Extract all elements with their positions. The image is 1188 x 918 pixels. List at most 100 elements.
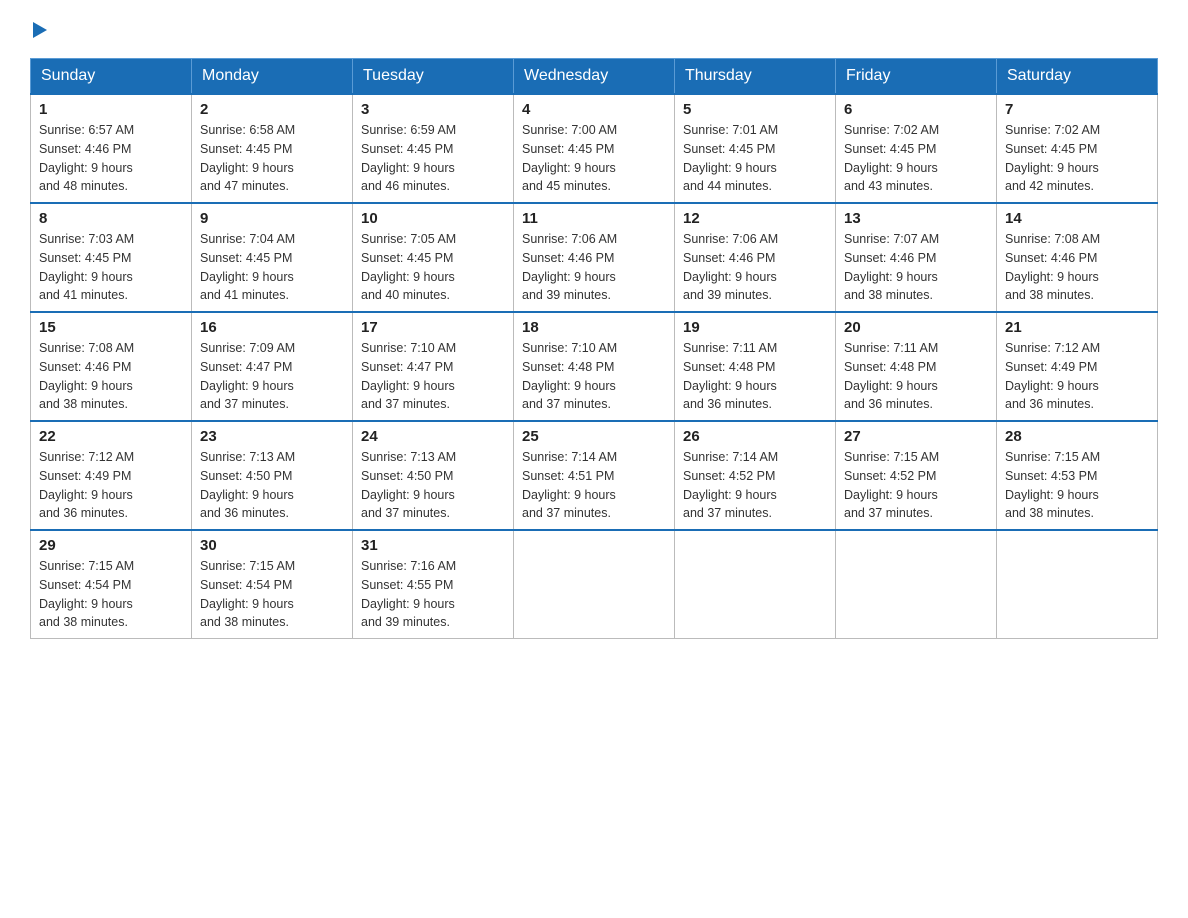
day-info: Sunrise: 7:15 AMSunset: 4:54 PMDaylight:… (39, 557, 183, 632)
week-row-1: 1Sunrise: 6:57 AMSunset: 4:46 PMDaylight… (31, 94, 1158, 203)
calendar-cell-w3d4: 26 Sunrise: 7:14 AMSunset: 4:52 PMDayligh… (675, 421, 836, 530)
week-row-2: 8Sunrise: 7:03 AMSunset: 4:45 PMDaylight… (31, 203, 1158, 312)
day-number: 11 (522, 210, 666, 227)
logo-blue-text (30, 20, 47, 38)
calendar-cell-w4d0: 29 Sunrise: 7:15 AMSunset: 4:54 PMDayligh… (31, 530, 192, 639)
day-info: Sunrise: 7:11 AMSunset: 4:48 PMDaylight:… (844, 339, 988, 414)
calendar-cell-w3d0: 22 Sunrise: 7:12 AMSunset: 4:49 PMDayligh… (31, 421, 192, 530)
day-number: 8 (39, 210, 183, 227)
calendar-header-monday: Monday (192, 59, 353, 95)
calendar-cell-w0d1: 2 Sunrise: 6:58 AMSunset: 4:45 PMDaylight… (192, 94, 353, 203)
day-number: 14 (1005, 210, 1149, 227)
calendar-cell-w2d4: 19 Sunrise: 7:11 AMSunset: 4:48 PMDayligh… (675, 312, 836, 421)
day-info: Sunrise: 7:07 AMSunset: 4:46 PMDaylight:… (844, 230, 988, 305)
day-number: 29 (39, 537, 183, 554)
day-number: 9 (200, 210, 344, 227)
calendar-cell-w0d6: 7 Sunrise: 7:02 AMSunset: 4:45 PMDaylight… (997, 94, 1158, 203)
day-number: 27 (844, 428, 988, 445)
day-number: 21 (1005, 319, 1149, 336)
calendar-cell-w1d0: 8Sunrise: 7:03 AMSunset: 4:45 PMDaylight… (31, 203, 192, 312)
page-header (30, 20, 1158, 38)
calendar-cell-w0d3: 4 Sunrise: 7:00 AMSunset: 4:45 PMDaylight… (514, 94, 675, 203)
day-number: 18 (522, 319, 666, 336)
calendar-header-thursday: Thursday (675, 59, 836, 95)
day-number: 15 (39, 319, 183, 336)
day-info: Sunrise: 7:12 AMSunset: 4:49 PMDaylight:… (1005, 339, 1149, 414)
calendar-cell-w4d2: 31Sunrise: 7:16 AMSunset: 4:55 PMDayligh… (353, 530, 514, 639)
day-info: Sunrise: 6:58 AMSunset: 4:45 PMDaylight:… (200, 121, 344, 196)
day-info: Sunrise: 7:04 AMSunset: 4:45 PMDaylight:… (200, 230, 344, 305)
day-info: Sunrise: 7:12 AMSunset: 4:49 PMDaylight:… (39, 448, 183, 523)
calendar-cell-w1d6: 14 Sunrise: 7:08 AMSunset: 4:46 PMDayligh… (997, 203, 1158, 312)
day-number: 23 (200, 428, 344, 445)
calendar-header-sunday: Sunday (31, 59, 192, 95)
day-info: Sunrise: 7:02 AMSunset: 4:45 PMDaylight:… (844, 121, 988, 196)
week-row-3: 15Sunrise: 7:08 AMSunset: 4:46 PMDayligh… (31, 312, 1158, 421)
calendar-cell-w0d2: 3Sunrise: 6:59 AMSunset: 4:45 PMDaylight… (353, 94, 514, 203)
calendar-header-tuesday: Tuesday (353, 59, 514, 95)
day-info: Sunrise: 7:05 AMSunset: 4:45 PMDaylight:… (361, 230, 505, 305)
logo (30, 20, 47, 38)
calendar-cell-w4d4 (675, 530, 836, 639)
day-number: 19 (683, 319, 827, 336)
day-number: 6 (844, 101, 988, 118)
day-info: Sunrise: 7:14 AMSunset: 4:51 PMDaylight:… (522, 448, 666, 523)
day-info: Sunrise: 7:13 AMSunset: 4:50 PMDaylight:… (200, 448, 344, 523)
calendar-cell-w0d5: 6 Sunrise: 7:02 AMSunset: 4:45 PMDaylight… (836, 94, 997, 203)
day-info: Sunrise: 7:10 AMSunset: 4:48 PMDaylight:… (522, 339, 666, 414)
day-info: Sunrise: 7:09 AMSunset: 4:47 PMDaylight:… (200, 339, 344, 414)
day-info: Sunrise: 6:57 AMSunset: 4:46 PMDaylight:… (39, 121, 183, 196)
calendar-cell-w0d4: 5Sunrise: 7:01 AMSunset: 4:45 PMDaylight… (675, 94, 836, 203)
day-info: Sunrise: 7:08 AMSunset: 4:46 PMDaylight:… (1005, 230, 1149, 305)
calendar-header-wednesday: Wednesday (514, 59, 675, 95)
calendar-cell-w2d2: 17Sunrise: 7:10 AMSunset: 4:47 PMDayligh… (353, 312, 514, 421)
day-number: 4 (522, 101, 666, 118)
day-number: 16 (200, 319, 344, 336)
calendar-cell-w2d6: 21 Sunrise: 7:12 AMSunset: 4:49 PMDayligh… (997, 312, 1158, 421)
calendar-cell-w0d0: 1Sunrise: 6:57 AMSunset: 4:46 PMDaylight… (31, 94, 192, 203)
day-info: Sunrise: 7:15 AMSunset: 4:52 PMDaylight:… (844, 448, 988, 523)
logo-triangle-icon (33, 22, 47, 38)
day-info: Sunrise: 7:00 AMSunset: 4:45 PMDaylight:… (522, 121, 666, 196)
calendar-cell-w4d5 (836, 530, 997, 639)
calendar-cell-w4d1: 30Sunrise: 7:15 AMSunset: 4:54 PMDayligh… (192, 530, 353, 639)
day-number: 22 (39, 428, 183, 445)
calendar-cell-w3d3: 25 Sunrise: 7:14 AMSunset: 4:51 PMDayligh… (514, 421, 675, 530)
calendar-cell-w4d6 (997, 530, 1158, 639)
calendar-cell-w1d2: 10 Sunrise: 7:05 AMSunset: 4:45 PMDayligh… (353, 203, 514, 312)
day-number: 25 (522, 428, 666, 445)
day-number: 3 (361, 101, 505, 118)
day-number: 20 (844, 319, 988, 336)
calendar-header-saturday: Saturday (997, 59, 1158, 95)
day-number: 31 (361, 537, 505, 554)
calendar-cell-w3d1: 23 Sunrise: 7:13 AMSunset: 4:50 PMDayligh… (192, 421, 353, 530)
day-number: 10 (361, 210, 505, 227)
calendar-cell-w2d0: 15Sunrise: 7:08 AMSunset: 4:46 PMDayligh… (31, 312, 192, 421)
calendar-cell-w2d5: 20 Sunrise: 7:11 AMSunset: 4:48 PMDayligh… (836, 312, 997, 421)
day-info: Sunrise: 7:14 AMSunset: 4:52 PMDaylight:… (683, 448, 827, 523)
day-info: Sunrise: 7:11 AMSunset: 4:48 PMDaylight:… (683, 339, 827, 414)
calendar-header-friday: Friday (836, 59, 997, 95)
calendar-cell-w2d1: 16 Sunrise: 7:09 AMSunset: 4:47 PMDayligh… (192, 312, 353, 421)
week-row-5: 29 Sunrise: 7:15 AMSunset: 4:54 PMDayligh… (31, 530, 1158, 639)
calendar-cell-w1d1: 9 Sunrise: 7:04 AMSunset: 4:45 PMDaylight… (192, 203, 353, 312)
day-info: Sunrise: 7:15 AMSunset: 4:53 PMDaylight:… (1005, 448, 1149, 523)
calendar-cell-w3d6: 28Sunrise: 7:15 AMSunset: 4:53 PMDayligh… (997, 421, 1158, 530)
calendar-cell-w1d5: 13 Sunrise: 7:07 AMSunset: 4:46 PMDayligh… (836, 203, 997, 312)
day-info: Sunrise: 7:02 AMSunset: 4:45 PMDaylight:… (1005, 121, 1149, 196)
day-number: 7 (1005, 101, 1149, 118)
week-row-4: 22 Sunrise: 7:12 AMSunset: 4:49 PMDayligh… (31, 421, 1158, 530)
day-number: 30 (200, 537, 344, 554)
day-number: 13 (844, 210, 988, 227)
day-number: 26 (683, 428, 827, 445)
day-info: Sunrise: 7:13 AMSunset: 4:50 PMDaylight:… (361, 448, 505, 523)
calendar-cell-w4d3 (514, 530, 675, 639)
day-number: 17 (361, 319, 505, 336)
calendar-cell-w3d2: 24Sunrise: 7:13 AMSunset: 4:50 PMDayligh… (353, 421, 514, 530)
day-number: 5 (683, 101, 827, 118)
day-info: Sunrise: 7:06 AMSunset: 4:46 PMDaylight:… (683, 230, 827, 305)
calendar-cell-w2d3: 18 Sunrise: 7:10 AMSunset: 4:48 PMDayligh… (514, 312, 675, 421)
day-info: Sunrise: 7:06 AMSunset: 4:46 PMDaylight:… (522, 230, 666, 305)
day-number: 12 (683, 210, 827, 227)
day-number: 2 (200, 101, 344, 118)
